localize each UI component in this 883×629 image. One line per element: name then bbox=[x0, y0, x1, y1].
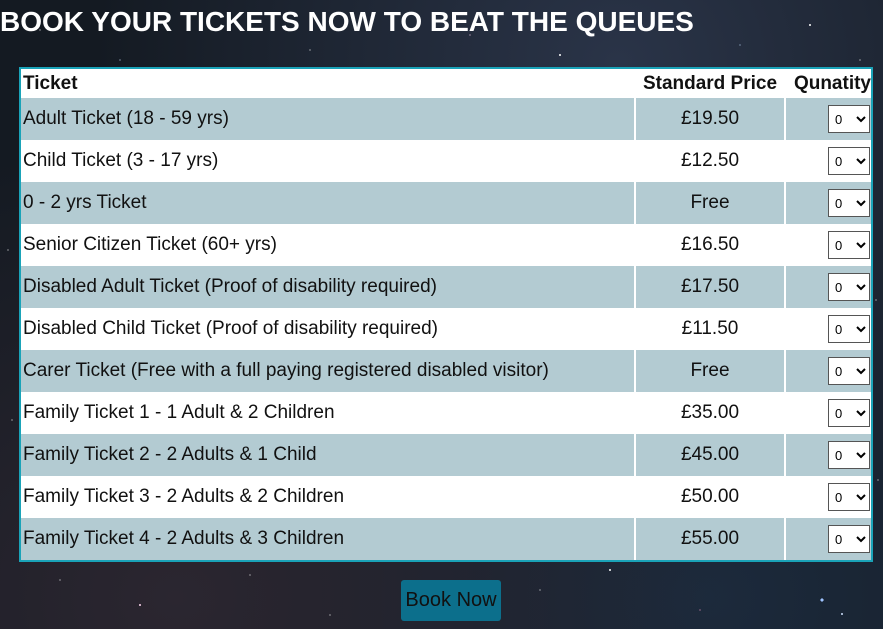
ticket-quantity-cell: 0 bbox=[784, 518, 871, 560]
ticket-name: Family Ticket 3 - 2 Adults & 2 Children bbox=[21, 476, 635, 518]
table-row: Family Ticket 1 - 1 Adult & 2 Children £3… bbox=[21, 392, 871, 434]
ticket-quantity-cell: 0 bbox=[784, 434, 871, 476]
table-row: Family Ticket 4 - 2 Adults & 3 Children £… bbox=[21, 518, 871, 560]
ticket-quantity-cell: 0 bbox=[784, 266, 871, 308]
quantity-select[interactable]: 0 bbox=[828, 105, 870, 133]
table-row: Disabled Child Ticket (Proof of disabili… bbox=[21, 308, 871, 350]
quantity-select[interactable]: 0 bbox=[828, 441, 870, 469]
table-row: Disabled Adult Ticket (Proof of disabili… bbox=[21, 266, 871, 308]
ticket-price: £17.50 bbox=[634, 266, 785, 308]
ticket-table: Ticket Standard Price Qunatity Adult Tic… bbox=[21, 69, 871, 560]
quantity-select[interactable]: 0 bbox=[828, 189, 870, 217]
ticket-name: 0 - 2 yrs Ticket bbox=[21, 182, 635, 224]
ticket-name: Family Ticket 2 - 2 Adults & 1 Child bbox=[21, 434, 635, 476]
quantity-select[interactable]: 0 bbox=[828, 147, 870, 175]
ticket-table-container: Ticket Standard Price Qunatity Adult Tic… bbox=[19, 67, 873, 562]
ticket-quantity-cell: 0 bbox=[784, 308, 871, 350]
table-row: Family Ticket 2 - 2 Adults & 1 Child £45.… bbox=[21, 434, 871, 476]
quantity-select[interactable]: 0 bbox=[828, 399, 870, 427]
ticket-price: £11.50 bbox=[634, 308, 785, 350]
ticket-price: £19.50 bbox=[634, 98, 785, 140]
quantity-select[interactable]: 0 bbox=[828, 357, 870, 385]
ticket-price: £12.50 bbox=[634, 140, 785, 182]
header-ticket: Ticket bbox=[21, 69, 635, 98]
quantity-select[interactable]: 0 bbox=[828, 483, 870, 511]
ticket-name: Carer Ticket (Free with a full paying re… bbox=[21, 350, 635, 392]
ticket-price: Free bbox=[634, 350, 785, 392]
table-row: Senior Citizen Ticket (60+ yrs) £16.50 0 bbox=[21, 224, 871, 266]
ticket-quantity-cell: 0 bbox=[784, 224, 871, 266]
ticket-quantity-cell: 0 bbox=[784, 392, 871, 434]
ticket-name: Disabled Child Ticket (Proof of disabili… bbox=[21, 308, 635, 350]
ticket-name: Family Ticket 1 - 1 Adult & 2 Children bbox=[21, 392, 635, 434]
ticket-name: Adult Ticket (18 - 59 yrs) bbox=[21, 98, 635, 140]
table-row: Child Ticket (3 - 17 yrs) £12.50 0 bbox=[21, 140, 871, 182]
table-row: 0 - 2 yrs Ticket Free 0 bbox=[21, 182, 871, 224]
quantity-select[interactable]: 0 bbox=[828, 231, 870, 259]
ticket-quantity-cell: 0 bbox=[784, 182, 871, 224]
quantity-select[interactable]: 0 bbox=[828, 315, 870, 343]
table-row: Family Ticket 3 - 2 Adults & 2 Children £… bbox=[21, 476, 871, 518]
ticket-quantity-cell: 0 bbox=[784, 476, 871, 518]
ticket-price: £45.00 bbox=[634, 434, 785, 476]
header-quantity: Qunatity bbox=[785, 69, 871, 98]
ticket-name: Family Ticket 4 - 2 Adults & 3 Children bbox=[21, 518, 635, 560]
header-standard-price: Standard Price bbox=[635, 69, 785, 98]
book-now-button[interactable]: Book Now bbox=[401, 580, 501, 621]
table-row: Adult Ticket (18 - 59 yrs) £19.50 0 bbox=[21, 98, 871, 140]
ticket-price: £55.00 bbox=[634, 518, 785, 560]
ticket-rows: Adult Ticket (18 - 59 yrs) £19.50 0 Child T… bbox=[21, 98, 871, 560]
table-row: Carer Ticket (Free with a full paying re… bbox=[21, 350, 871, 392]
table-header-row: Ticket Standard Price Qunatity bbox=[21, 69, 871, 98]
quantity-select[interactable]: 0 bbox=[828, 525, 870, 553]
ticket-quantity-cell: 0 bbox=[784, 98, 871, 140]
ticket-name: Disabled Adult Ticket (Proof of disabili… bbox=[21, 266, 635, 308]
ticket-price: £16.50 bbox=[634, 224, 785, 266]
ticket-price: Free bbox=[634, 182, 785, 224]
ticket-quantity-cell: 0 bbox=[784, 350, 871, 392]
ticket-name: Senior Citizen Ticket (60+ yrs) bbox=[21, 224, 635, 266]
ticket-price: £35.00 bbox=[634, 392, 785, 434]
ticket-price: £50.00 bbox=[634, 476, 785, 518]
ticket-quantity-cell: 0 bbox=[784, 140, 871, 182]
ticket-name: Child Ticket (3 - 17 yrs) bbox=[21, 140, 635, 182]
quantity-select[interactable]: 0 bbox=[828, 273, 870, 301]
page-heading: BOOK YOUR TICKETS NOW TO BEAT THE QUEUES bbox=[0, 6, 694, 37]
